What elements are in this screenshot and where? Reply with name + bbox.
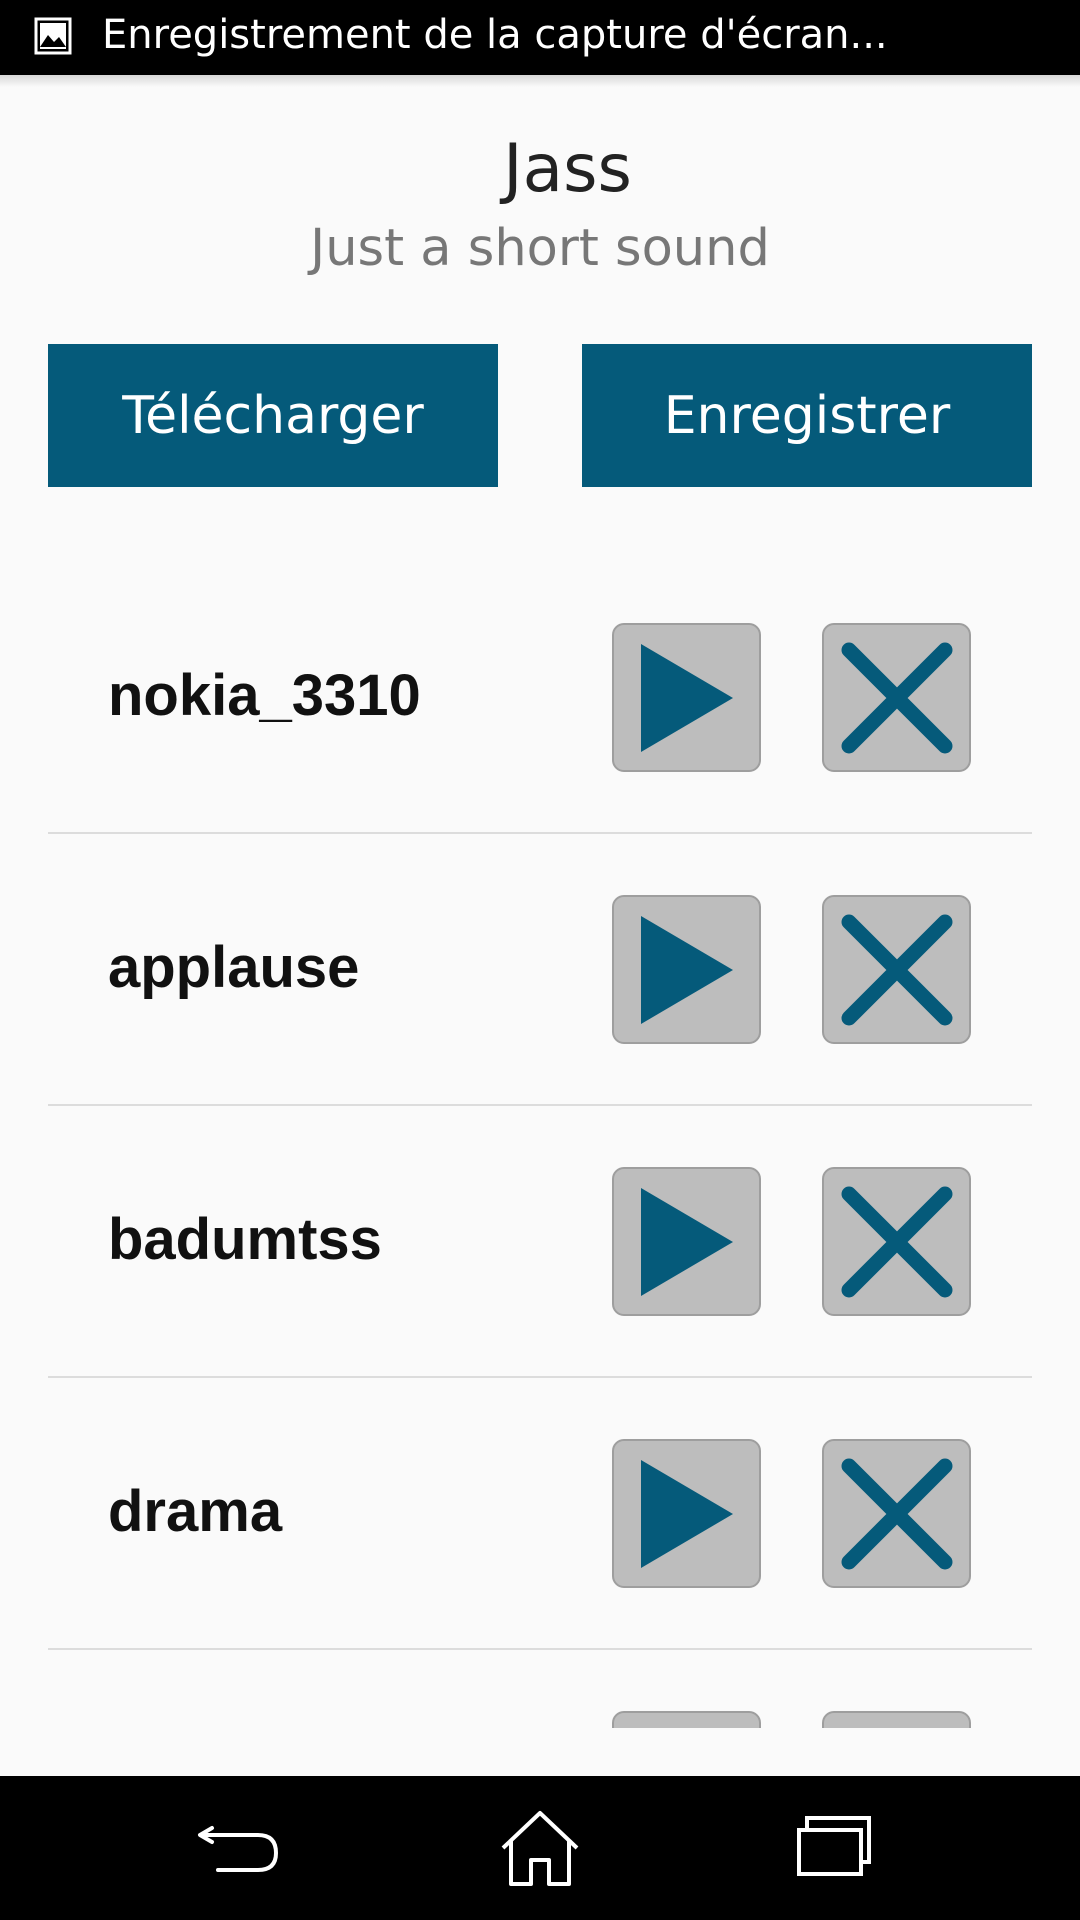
list-item: nokia_3310	[0, 560, 1080, 834]
sound-name: drama	[108, 1479, 283, 1544]
delete-button[interactable]	[822, 623, 971, 772]
delete-button[interactable]	[822, 895, 971, 1044]
sound-name: badumtss	[108, 1207, 382, 1272]
play-icon	[640, 1459, 733, 1568]
sound-name: applause	[108, 935, 360, 1000]
notification-text: Enregistrement de la capture d'écran...	[102, 12, 888, 58]
play-icon	[640, 1187, 733, 1296]
play-icon	[640, 915, 733, 1024]
delete-button[interactable]	[822, 1167, 971, 1316]
close-icon	[841, 914, 952, 1025]
delete-button[interactable]	[822, 1439, 971, 1588]
download-button[interactable]: Télécharger	[48, 344, 498, 487]
close-icon	[841, 642, 952, 753]
close-icon	[841, 1458, 952, 1569]
app-subtitle: Just a short sound	[310, 219, 770, 278]
close-icon	[841, 1186, 952, 1297]
sound-name: nokia_3310	[108, 663, 421, 728]
play-button[interactable]	[612, 1167, 761, 1316]
status-bar-shadow	[0, 75, 1080, 87]
list-item: drama	[0, 1376, 1080, 1650]
navigation-bar	[0, 1776, 1080, 1920]
list-item: applause	[0, 832, 1080, 1106]
play-button[interactable]	[612, 1439, 761, 1588]
play-icon	[640, 643, 733, 752]
back-icon	[198, 1826, 279, 1872]
status-bar: Enregistrement de la capture d'écran...	[0, 0, 1080, 75]
delete-button[interactable]	[822, 1711, 971, 1728]
list-item	[0, 1648, 1080, 1728]
play-button[interactable]	[612, 623, 761, 772]
sound-list[interactable]: nokia_3310 applause badumtss drama	[0, 560, 1080, 1728]
recents-button[interactable]	[795, 1808, 885, 1888]
image-icon	[34, 17, 72, 55]
record-button[interactable]: Enregistrer	[582, 344, 1032, 487]
recents-icon	[797, 1816, 871, 1876]
list-item: badumtss	[0, 1104, 1080, 1378]
app-title: Jass	[503, 130, 632, 207]
home-icon	[501, 1811, 579, 1886]
play-button[interactable]	[612, 895, 761, 1044]
home-button[interactable]	[495, 1808, 585, 1888]
back-button[interactable]	[196, 1808, 286, 1888]
play-button[interactable]	[612, 1711, 761, 1728]
